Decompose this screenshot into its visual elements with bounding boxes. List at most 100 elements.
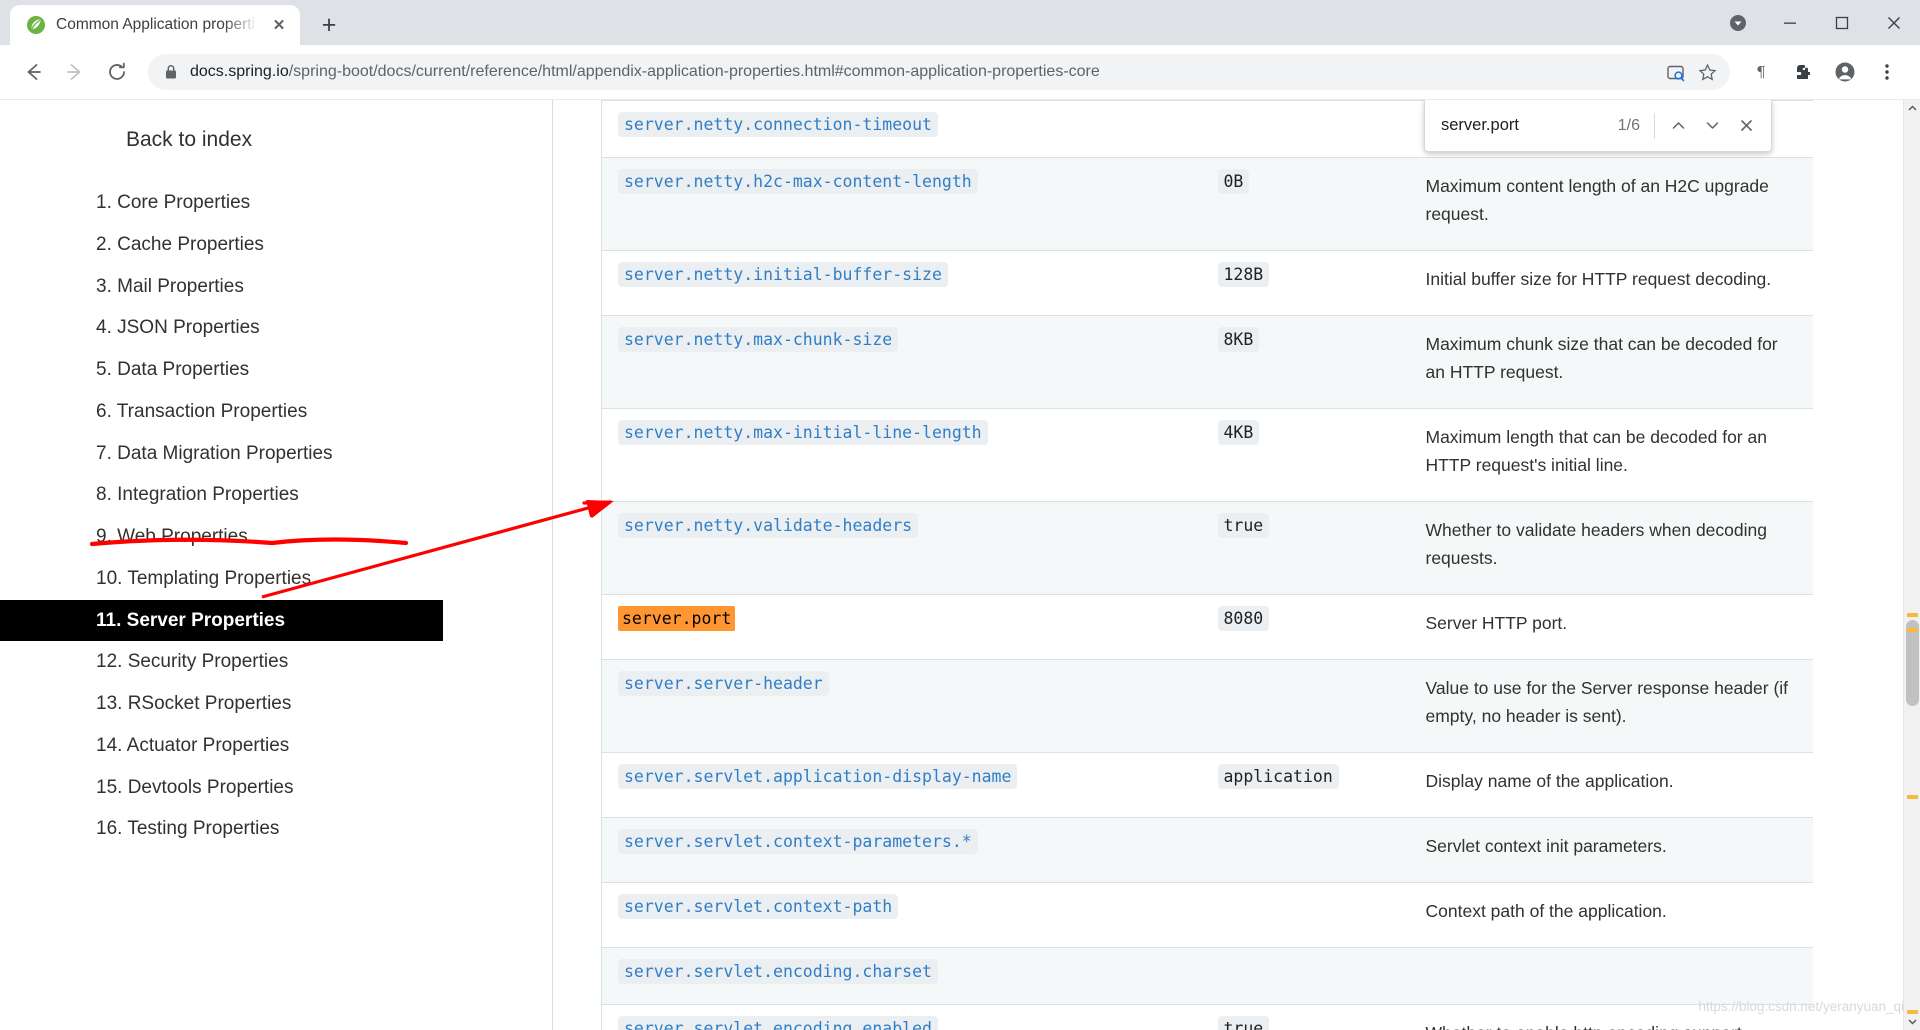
property-name[interactable]: server.netty.h2c-max-content-length <box>618 169 978 194</box>
property-name-cell: server.server-header <box>601 659 1202 753</box>
tab-title: Common Application properti <box>56 16 256 33</box>
properties-table: server.netty.connection-timeout server.n… <box>601 100 1813 1030</box>
sidebar-item-data[interactable]: 5. Data Properties <box>0 349 553 391</box>
property-description: Initial buffer size for HTTP request dec… <box>1425 269 1772 289</box>
table-row: server.netty.validate-headers true Wheth… <box>601 501 1813 595</box>
sidebar-item-rsocket[interactable]: 13. RSocket Properties <box>0 683 553 725</box>
maximize-button[interactable] <box>1816 0 1868 45</box>
page-scrollbar[interactable] <box>1903 100 1920 1030</box>
svg-text:¶: ¶ <box>1756 63 1766 81</box>
property-name-search-match[interactable]: server.port <box>618 606 736 631</box>
extensions-puzzle-icon[interactable] <box>1784 53 1822 91</box>
url-host: docs.spring.io <box>190 63 289 80</box>
property-name[interactable]: server.server-header <box>618 671 829 696</box>
property-description-cell <box>1409 947 1813 1005</box>
scroll-down-icon[interactable] <box>1904 1013 1920 1030</box>
window-close-button[interactable] <box>1868 0 1920 45</box>
back-icon[interactable] <box>14 53 52 91</box>
sidebar-item-integration[interactable]: 8. Integration Properties <box>0 474 553 516</box>
scrollbar-thumb[interactable] <box>1906 620 1919 706</box>
new-tab-button[interactable]: + <box>312 8 346 42</box>
find-previous-icon[interactable] <box>1661 109 1695 143</box>
sidebar-item-web[interactable]: 9. Web Properties <box>0 516 553 558</box>
sidebar-item-core[interactable]: 1. Core Properties <box>0 182 553 224</box>
spring-leaf-favicon <box>26 15 46 35</box>
url-text: docs.spring.io/spring-boot/docs/current/… <box>190 63 1648 81</box>
sidebar-item-mail[interactable]: 3. Mail Properties <box>0 266 553 308</box>
property-name[interactable]: server.netty.validate-headers <box>618 513 919 538</box>
find-match-marker <box>1907 613 1918 617</box>
property-description: Display name of the application. <box>1425 771 1674 791</box>
table-row: server.servlet.context-parameters.* Serv… <box>601 817 1813 883</box>
property-name-cell: server.netty.h2c-max-content-length <box>601 157 1202 251</box>
property-default-cell: 4KB <box>1201 408 1410 502</box>
documentation-page: Back to index 1. Core Properties 2. Cach… <box>0 100 1920 1030</box>
sidebar-item-actuator[interactable]: 14. Actuator Properties <box>0 725 553 767</box>
sidebar-item-cache[interactable]: 2. Cache Properties <box>0 224 553 266</box>
property-name-cell: server.netty.max-initial-line-length <box>601 408 1202 502</box>
property-name[interactable]: server.netty.max-chunk-size <box>618 327 899 352</box>
sidebar-item-devtools[interactable]: 15. Devtools Properties <box>0 767 553 809</box>
table-row: server.netty.initial-buffer-size 128B In… <box>601 250 1813 316</box>
property-default-cell: application <box>1201 752 1410 818</box>
find-next-icon[interactable] <box>1695 109 1729 143</box>
page-viewport: Back to index 1. Core Properties 2. Cach… <box>0 100 1920 1030</box>
profile-avatar-icon[interactable] <box>1826 53 1864 91</box>
browser-tab[interactable]: Common Application properti ✕ <box>10 5 300 45</box>
sidebar-item-testing[interactable]: 16. Testing Properties <box>0 808 553 850</box>
find-in-page-bar: 1/6 <box>1424 100 1772 152</box>
sidebar-item-data-migration[interactable]: 7. Data Migration Properties <box>0 433 553 475</box>
table-row: server.netty.max-initial-line-length 4KB… <box>601 408 1813 502</box>
property-default: 0B <box>1217 169 1250 194</box>
property-name[interactable]: server.servlet.context-parameters.* <box>618 829 978 854</box>
find-close-icon[interactable] <box>1729 109 1763 143</box>
translate-icon[interactable]: ¶ <box>1742 53 1780 91</box>
sidebar-item-transaction[interactable]: 6. Transaction Properties <box>0 391 553 433</box>
properties-content: server.netty.connection-timeout server.n… <box>553 100 1920 1030</box>
back-to-index-link[interactable]: Back to index <box>0 128 553 152</box>
property-default: 8KB <box>1217 327 1260 352</box>
table-of-contents: Back to index 1. Core Properties 2. Cach… <box>0 100 553 1030</box>
find-input[interactable] <box>1441 116 1618 135</box>
property-name[interactable]: server.servlet.encoding.charset <box>618 959 938 984</box>
property-description: Servlet context init parameters. <box>1425 836 1667 856</box>
property-description: Whether to enable http encoding support. <box>1426 1023 1747 1030</box>
scroll-up-icon[interactable] <box>1904 100 1920 117</box>
table-row: server.netty.h2c-max-content-length 0B M… <box>601 157 1813 251</box>
property-name-cell: server.servlet.context-parameters.* <box>601 817 1202 883</box>
property-default-cell <box>1201 947 1410 1005</box>
property-description-cell: Initial buffer size for HTTP request dec… <box>1409 250 1813 316</box>
forward-icon[interactable] <box>56 53 94 91</box>
sidebar-item-json[interactable]: 4. JSON Properties <box>0 307 553 349</box>
property-name[interactable]: server.servlet.encoding.enabled <box>618 1016 938 1030</box>
address-bar[interactable]: docs.spring.io/spring-boot/docs/current/… <box>148 54 1730 90</box>
property-name[interactable]: server.netty.initial-buffer-size <box>618 262 948 287</box>
property-description-cell: Maximum length that can be decoded for a… <box>1409 408 1813 502</box>
property-description: Maximum length that can be decoded for a… <box>1425 427 1767 475</box>
sidebar-item-server[interactable]: 11. Server Properties <box>0 599 443 642</box>
bookmark-star-icon[interactable] <box>1692 57 1722 87</box>
image-search-icon[interactable] <box>1660 57 1690 87</box>
property-name-cell: server.servlet.encoding.enabled <box>601 1004 1202 1030</box>
property-default-cell: 128B <box>1201 250 1410 316</box>
property-name[interactable]: server.netty.connection-timeout <box>618 112 938 137</box>
property-default-cell: 8080 <box>1201 594 1410 660</box>
sidebar-item-templating[interactable]: 10. Templating Properties <box>0 558 553 600</box>
browser-menu-icon[interactable] <box>1868 53 1906 91</box>
property-name[interactable]: server.netty.max-initial-line-length <box>618 420 988 445</box>
property-name[interactable]: server.servlet.application-display-name <box>618 764 1018 789</box>
extension-indicator-icon[interactable] <box>1712 0 1764 45</box>
sidebar-item-security[interactable]: 12. Security Properties <box>0 641 553 683</box>
minimize-button[interactable] <box>1764 0 1816 45</box>
properties-table-body: server.netty.connection-timeout server.n… <box>601 100 1813 1030</box>
property-description-cell: Server HTTP port. <box>1409 594 1813 660</box>
property-description: Whether to validate headers when decodin… <box>1425 520 1767 568</box>
browser-toolbar: docs.spring.io/spring-boot/docs/current/… <box>0 45 1920 100</box>
property-default-cell <box>1201 659 1410 753</box>
tab-close-icon[interactable]: ✕ <box>268 14 290 36</box>
property-description-cell: Maximum chunk size that can be decoded f… <box>1409 315 1813 409</box>
property-default-cell: 8KB <box>1201 315 1410 409</box>
property-name[interactable]: server.servlet.context-path <box>618 894 899 919</box>
reload-icon[interactable] <box>98 53 136 91</box>
find-match-marker <box>1907 795 1918 799</box>
